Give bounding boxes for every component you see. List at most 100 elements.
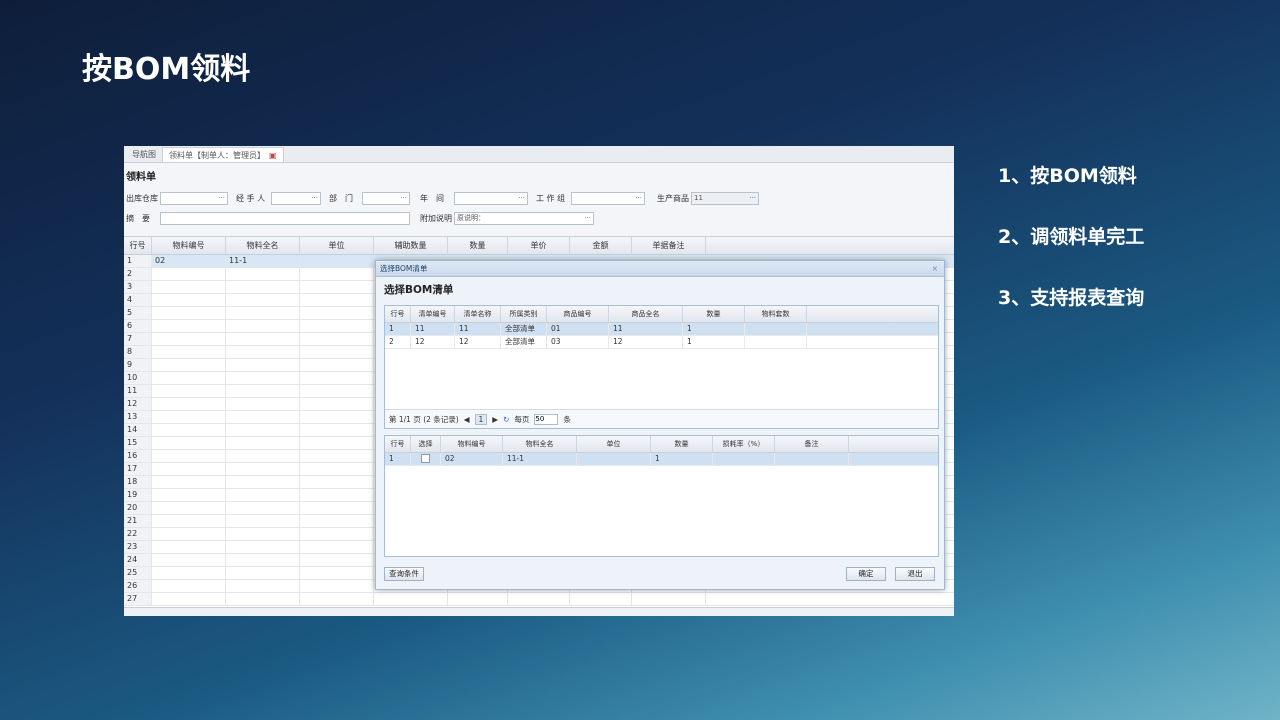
cell[interactable]: 03 <box>547 336 609 348</box>
cell[interactable] <box>226 268 300 280</box>
cell[interactable] <box>152 489 226 501</box>
cell[interactable] <box>152 398 226 410</box>
cell[interactable] <box>300 554 374 566</box>
current-page[interactable]: 1 <box>474 413 488 425</box>
col-header[interactable]: 物料全名 <box>226 237 300 254</box>
col-header[interactable]: 数量 <box>651 436 713 452</box>
cell[interactable] <box>448 593 508 605</box>
cell[interactable] <box>226 580 300 592</box>
cell[interactable] <box>226 489 300 501</box>
cell[interactable] <box>632 593 706 605</box>
cell[interactable] <box>152 515 226 527</box>
cell[interactable] <box>300 333 374 345</box>
col-header[interactable]: 辅助数量 <box>374 237 448 254</box>
cell[interactable]: 1 <box>683 336 745 348</box>
cell[interactable] <box>508 593 570 605</box>
cell[interactable] <box>152 502 226 514</box>
cell[interactable] <box>300 593 374 605</box>
exit-button[interactable]: 退出 <box>895 567 935 581</box>
cell[interactable] <box>152 580 226 592</box>
cell[interactable] <box>226 541 300 553</box>
col-header[interactable]: 商品全名 <box>609 306 683 322</box>
col-header[interactable]: 行号 <box>124 237 152 254</box>
more-icon[interactable]: ··· <box>749 193 756 204</box>
cell[interactable] <box>300 294 374 306</box>
cell-material-code[interactable]: 02 <box>152 255 226 267</box>
refresh-icon[interactable]: ↻ <box>503 415 509 424</box>
cell[interactable] <box>226 411 300 423</box>
cell[interactable] <box>577 453 651 465</box>
cell[interactable] <box>300 411 374 423</box>
cell[interactable] <box>300 398 374 410</box>
table-row[interactable]: 1 11 11 全部清单 01 11 1 <box>385 323 938 336</box>
more-icon[interactable]: ··· <box>311 193 318 204</box>
cell[interactable] <box>300 580 374 592</box>
cell-material-name[interactable]: 11-1 <box>226 255 300 267</box>
cell[interactable]: 全部清单 <box>501 336 547 348</box>
col-header[interactable]: 物料编号 <box>152 237 226 254</box>
warehouse-input[interactable]: ··· <box>160 192 228 205</box>
cell[interactable] <box>226 528 300 540</box>
select-checkbox[interactable] <box>421 454 430 463</box>
cell[interactable] <box>226 359 300 371</box>
cell[interactable] <box>300 502 374 514</box>
col-header[interactable]: 金额 <box>570 237 632 254</box>
cell[interactable] <box>570 593 632 605</box>
col-header[interactable]: 清单编号 <box>411 306 455 322</box>
cell[interactable] <box>300 528 374 540</box>
close-icon[interactable]: ▣ <box>269 151 277 160</box>
more-icon[interactable]: ··· <box>635 193 642 204</box>
cell[interactable] <box>152 593 226 605</box>
cell[interactable] <box>226 476 300 488</box>
cell[interactable]: 1 <box>651 453 713 465</box>
col-header[interactable]: 行号 <box>385 306 411 322</box>
cell[interactable]: 11-1 <box>503 453 577 465</box>
attach-input[interactable]: 原说明： ··· <box>454 212 594 225</box>
col-header[interactable]: 数量 <box>683 306 745 322</box>
cell[interactable] <box>152 541 226 553</box>
handler-input[interactable]: ··· <box>271 192 321 205</box>
cell[interactable]: 01 <box>547 323 609 335</box>
cell[interactable] <box>300 359 374 371</box>
cell[interactable] <box>152 359 226 371</box>
cell[interactable] <box>152 333 226 345</box>
workgroup-input[interactable]: ··· <box>571 192 645 205</box>
per-page-input[interactable] <box>534 413 559 425</box>
ok-button[interactable]: 确定 <box>846 567 886 581</box>
col-header[interactable]: 清单名称 <box>455 306 501 322</box>
col-header[interactable]: 物料套数 <box>745 306 807 322</box>
dept-input[interactable]: ··· <box>362 192 410 205</box>
cell[interactable] <box>226 281 300 293</box>
tab-navigation[interactable]: 导航图 <box>126 147 162 162</box>
cell[interactable] <box>226 593 300 605</box>
cell[interactable] <box>152 385 226 397</box>
cell[interactable] <box>300 541 374 553</box>
cell[interactable] <box>152 294 226 306</box>
cell[interactable] <box>300 489 374 501</box>
cell[interactable] <box>300 450 374 462</box>
cell[interactable]: 全部清单 <box>501 323 547 335</box>
next-page-icon[interactable]: ▶ <box>492 415 498 424</box>
col-header[interactable]: 选择 <box>411 436 441 452</box>
col-header[interactable]: 物料全名 <box>503 436 577 452</box>
cell[interactable] <box>226 554 300 566</box>
cell[interactable] <box>226 320 300 332</box>
cell[interactable] <box>152 346 226 358</box>
cell[interactable] <box>300 515 374 527</box>
cell[interactable] <box>300 424 374 436</box>
table-row[interactable]: 1 02 11-1 1 <box>385 453 938 466</box>
cell[interactable] <box>152 554 226 566</box>
cell[interactable] <box>226 372 300 384</box>
cell[interactable] <box>226 502 300 514</box>
cell[interactable] <box>152 320 226 332</box>
cell[interactable] <box>152 268 226 280</box>
cell[interactable] <box>226 346 300 358</box>
cell[interactable] <box>300 567 374 579</box>
cell[interactable] <box>152 411 226 423</box>
table-row[interactable]: 2 12 12 全部清单 03 12 1 <box>385 336 938 349</box>
cell[interactable] <box>226 385 300 397</box>
cell[interactable] <box>300 372 374 384</box>
more-icon[interactable]: ··· <box>218 193 225 204</box>
cell[interactable] <box>374 593 448 605</box>
cell[interactable] <box>713 453 775 465</box>
